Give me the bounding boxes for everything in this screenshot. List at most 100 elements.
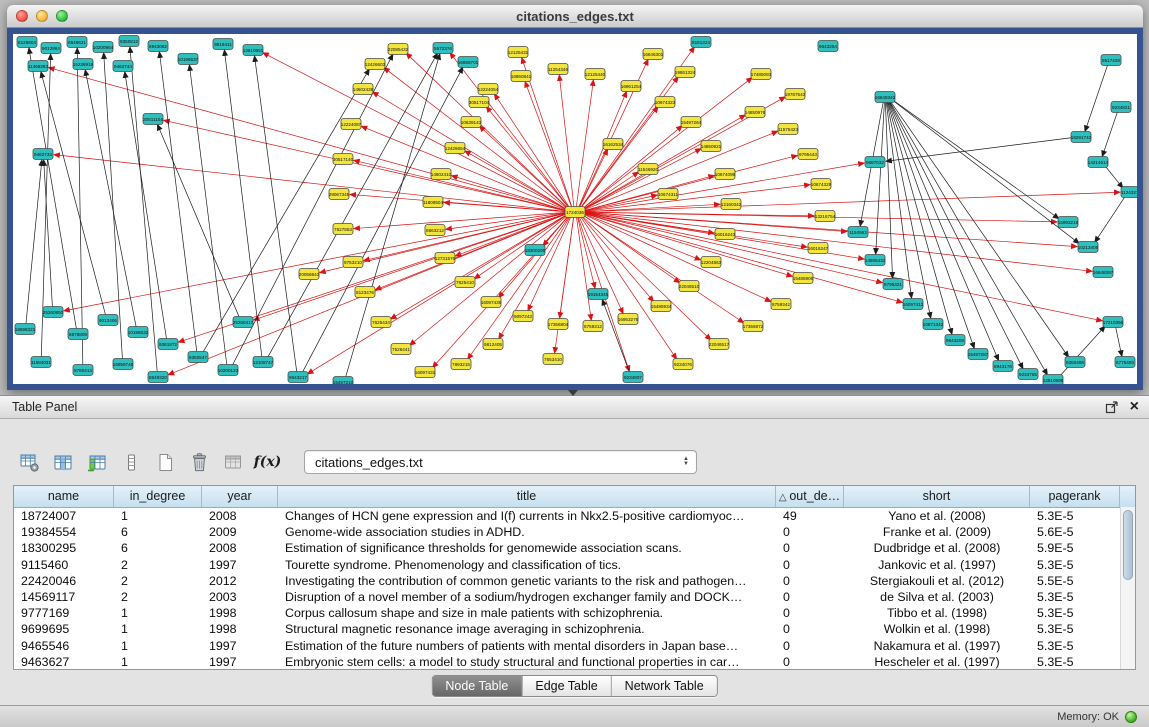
- cell-out_degree[interactable]: 0: [776, 621, 844, 637]
- graph-node[interactable]: 15497264: [681, 117, 702, 128]
- graph-node[interactable]: 8759312: [583, 321, 603, 332]
- cell-title[interactable]: Tourette syndrome. Phenomenology and cla…: [278, 557, 776, 573]
- graph-node[interactable]: 9462744: [113, 61, 133, 72]
- graph-node[interactable]: 15485906: [793, 273, 814, 284]
- graph-node[interactable]: 15497287: [968, 349, 989, 360]
- cell-out_degree[interactable]: 0: [776, 573, 844, 589]
- column-header-name[interactable]: name: [14, 486, 114, 507]
- cell-title[interactable]: Estimation of significance thresholds fo…: [278, 540, 776, 556]
- cell-in_degree[interactable]: 6: [114, 524, 202, 540]
- graph-node[interactable]: 8125804: [17, 37, 37, 48]
- graph-node[interactable]: 16016247: [808, 243, 829, 254]
- cell-short[interactable]: Nakamura et al. (1997): [844, 638, 1030, 654]
- cell-in_degree[interactable]: 1: [114, 638, 202, 654]
- table-row[interactable]: 1456911722003Disruption of a novel membe…: [14, 589, 1135, 605]
- graph-node[interactable]: 15993218: [1058, 217, 1079, 228]
- cell-in_degree[interactable]: 1: [114, 621, 202, 637]
- graph-node[interactable]: 9234765: [1018, 369, 1038, 380]
- graph-node[interactable]: 12125440: [585, 69, 606, 80]
- graph-node[interactable]: 9687032: [865, 157, 885, 168]
- graph-node[interactable]: 9234807: [623, 372, 643, 383]
- delete-table-button[interactable]: [186, 449, 213, 476]
- cell-title[interactable]: Estimation of the future numbers of pati…: [278, 638, 776, 654]
- graph-node[interactable]: 9097243: [513, 311, 533, 322]
- graph-node[interactable]: 13216754: [815, 211, 836, 222]
- graph-node[interactable]: 7625434: [371, 317, 391, 328]
- graph-node[interactable]: 9780413: [73, 365, 93, 376]
- graph-node[interactable]: 16646301: [643, 49, 664, 60]
- cell-out_degree[interactable]: 49: [776, 508, 844, 524]
- table-row[interactable]: 2242004622012Investigating the contribut…: [14, 573, 1135, 589]
- cell-name[interactable]: 18300295: [14, 540, 114, 556]
- graph-node[interactable]: 12731576: [435, 253, 456, 264]
- graph-node[interactable]: 14602438: [353, 84, 374, 95]
- column-header-short[interactable]: short: [844, 486, 1030, 507]
- graph-node[interactable]: 16959745: [113, 359, 134, 370]
- table-row[interactable]: 946362711997Embryonic stem cells: a mode…: [14, 654, 1135, 670]
- graph-node[interactable]: 9819411: [213, 39, 233, 50]
- cell-out_degree[interactable]: 0: [776, 654, 844, 670]
- graph-node[interactable]: 15236918: [73, 59, 94, 70]
- cell-pagerank[interactable]: 5.6E-5: [1030, 524, 1120, 540]
- graph-node[interactable]: 12224087: [341, 119, 362, 130]
- cell-year[interactable]: 1997: [202, 557, 278, 573]
- network-table-select[interactable]: citations_edges.txt ▲ ▼: [304, 450, 697, 474]
- graph-node[interactable]: 11546920: [638, 164, 659, 175]
- import-table-button[interactable]: [84, 449, 111, 476]
- graph-node[interactable]: 1724036: [565, 207, 585, 218]
- close-panel-button[interactable]: ×: [1130, 399, 1139, 415]
- cell-pagerank[interactable]: 5.3E-5: [1030, 557, 1120, 573]
- cell-year[interactable]: 1997: [202, 654, 278, 670]
- cell-in_degree[interactable]: 1: [114, 508, 202, 524]
- cell-pagerank[interactable]: 5.5E-5: [1030, 573, 1120, 589]
- cell-year[interactable]: 2012: [202, 573, 278, 589]
- cell-pagerank[interactable]: 5.3E-5: [1030, 508, 1120, 524]
- cell-short[interactable]: Dudbridge et al. (2008): [844, 540, 1030, 556]
- graph-node[interactable]: 10213409: [1078, 242, 1099, 253]
- graph-node[interactable]: 22046517: [709, 339, 730, 350]
- graph-node[interactable]: 30517104: [469, 97, 490, 108]
- graph-node[interactable]: 14214514: [1088, 157, 1109, 168]
- cell-short[interactable]: de Silva et al. (2003): [844, 589, 1030, 605]
- cell-out_degree[interactable]: 0: [776, 638, 844, 654]
- graph-node[interactable]: 12224054: [478, 84, 499, 95]
- function-builder-button[interactable]: f(x): [254, 449, 281, 476]
- graph-node[interactable]: 10196532: [128, 327, 149, 338]
- cell-title[interactable]: Investigating the contribution of common…: [278, 573, 776, 589]
- cell-in_degree[interactable]: 2: [114, 589, 202, 605]
- graph-node[interactable]: 8663212: [425, 225, 445, 236]
- table-row[interactable]: 946554611997Estimation of the future num…: [14, 638, 1135, 654]
- mini-table-button[interactable]: [118, 449, 145, 476]
- graph-node[interactable]: 9643209: [945, 335, 965, 346]
- graph-node[interactable]: 6775493: [1115, 357, 1135, 368]
- graph-node[interactable]: 19861324: [675, 67, 696, 78]
- cell-name[interactable]: 9777169: [14, 605, 114, 621]
- graph-node[interactable]: 16097431: [415, 367, 436, 378]
- graph-node[interactable]: 7653410: [543, 354, 563, 365]
- column-header-pagerank[interactable]: pagerank: [1030, 486, 1120, 507]
- cell-pagerank[interactable]: 5.3E-5: [1030, 638, 1120, 654]
- cell-in_degree[interactable]: 1: [114, 654, 202, 670]
- network-canvas[interactable]: 8125804901286486496311020096493508121146…: [13, 34, 1137, 384]
- cell-title[interactable]: Genome-wide association studies in ADHD.: [278, 524, 776, 540]
- table-row[interactable]: 977716911998Corpus callosum shape and si…: [14, 605, 1135, 621]
- graph-node[interactable]: 10674323: [655, 97, 676, 108]
- cell-name[interactable]: 18724007: [14, 508, 114, 524]
- graph-node[interactable]: 9361872: [158, 339, 178, 350]
- cell-name[interactable]: 9463627: [14, 654, 114, 670]
- cell-in_degree[interactable]: 6: [114, 540, 202, 556]
- graph-node[interactable]: 7893215: [451, 359, 471, 370]
- cell-short[interactable]: Franke et al. (2009): [844, 524, 1030, 540]
- cell-pagerank[interactable]: 5.3E-5: [1030, 589, 1120, 605]
- cell-short[interactable]: Stergiakouli et al. (2012): [844, 573, 1030, 589]
- graph-node[interactable]: 15497210: [333, 377, 354, 385]
- graph-node[interactable]: 16953276: [618, 314, 639, 325]
- graph-node[interactable]: 30517140: [333, 154, 354, 165]
- cell-pagerank[interactable]: 5.9E-5: [1030, 540, 1120, 556]
- graph-node[interactable]: 1154963: [848, 227, 868, 238]
- graph-node[interactable]: 22046510: [679, 281, 700, 292]
- tab-network-table[interactable]: Network Table: [612, 676, 717, 696]
- graph-node[interactable]: 9753210: [343, 257, 363, 268]
- column-header-out_degree[interactable]: △ out_de…: [776, 486, 844, 507]
- graph-node[interactable]: 19154345: [588, 289, 609, 300]
